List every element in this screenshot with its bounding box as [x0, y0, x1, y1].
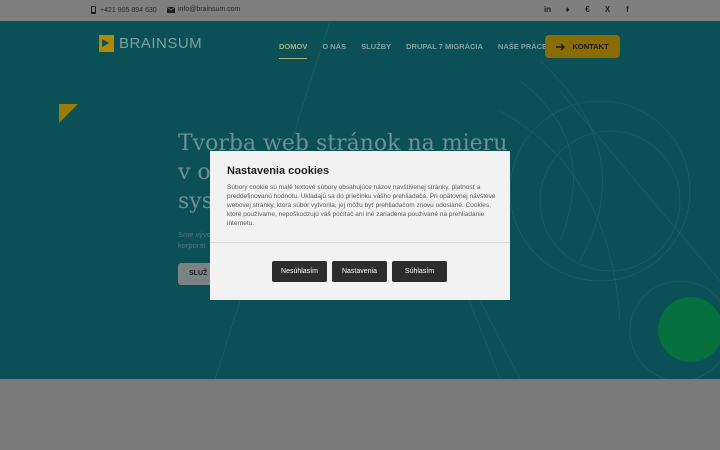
nav-item-nase-prace[interactable]: NAŠE PRÁCE: [498, 42, 547, 59]
dialog-actions: Nesúhlasím Nastavenia Súhlasím: [272, 261, 447, 282]
x-icon[interactable]: X: [603, 5, 612, 14]
social-links: in ♦ € X f: [543, 5, 632, 14]
brand-logo[interactable]: BRAINSUM: [99, 35, 202, 52]
contact-button[interactable]: KONTAKT: [545, 35, 620, 58]
phone-number: +421 905 894 630: [100, 6, 157, 14]
logo-mark-icon: [99, 35, 114, 52]
dialog-description: Súbory cookie sú malé textové súbory obs…: [227, 184, 496, 227]
phone-contact[interactable]: +421 905 894 630: [90, 6, 157, 14]
hero-subtext: Sme vývo korporát: [178, 229, 211, 251]
email-address: info@brainsum.com: [178, 6, 241, 13]
decorative-triangle: [59, 104, 78, 123]
arrow-right-icon: [556, 43, 566, 50]
phone-icon: [91, 6, 96, 14]
linkedin-icon[interactable]: in: [543, 5, 552, 14]
drupal-icon[interactable]: ♦: [563, 5, 572, 14]
contact-button-label: KONTAKT: [572, 42, 609, 51]
facebook-icon[interactable]: f: [623, 5, 632, 14]
dialog-title: Nastavenia cookies: [227, 165, 330, 177]
main-nav: DOMOV O NÁS SLUŽBY DRUPAL 7 MIGRÁCIA NAŠ…: [279, 42, 547, 59]
subtext-line: Sme vývo: [178, 230, 211, 239]
nav-item-domov[interactable]: DOMOV: [279, 42, 308, 59]
top-contact-bar: +421 905 894 630 info@brainsum.com in ♦ …: [0, 0, 720, 21]
decorative-circle: [658, 297, 720, 362]
nav-item-o-nas[interactable]: O NÁS: [322, 42, 346, 59]
cookie-settings-dialog: Nastavenia cookies Súbory cookie sú malé…: [210, 151, 510, 300]
decline-button[interactable]: Nesúhlasím: [272, 261, 327, 282]
settings-button[interactable]: Nastavenia: [332, 261, 387, 282]
logo-text: BRAINSUM: [119, 35, 203, 52]
mail-icon: [167, 6, 175, 13]
dialog-divider: [210, 242, 510, 243]
nav-item-drupal-migracia[interactable]: DRUPAL 7 MIGRÁCIA: [406, 42, 483, 59]
nav-item-sluzby[interactable]: SLUŽBY: [361, 42, 391, 59]
euro-icon[interactable]: €: [583, 5, 592, 14]
accept-button[interactable]: Súhlasím: [392, 261, 447, 282]
subtext-line: korporát: [178, 241, 206, 250]
email-contact[interactable]: info@brainsum.com: [167, 6, 240, 13]
